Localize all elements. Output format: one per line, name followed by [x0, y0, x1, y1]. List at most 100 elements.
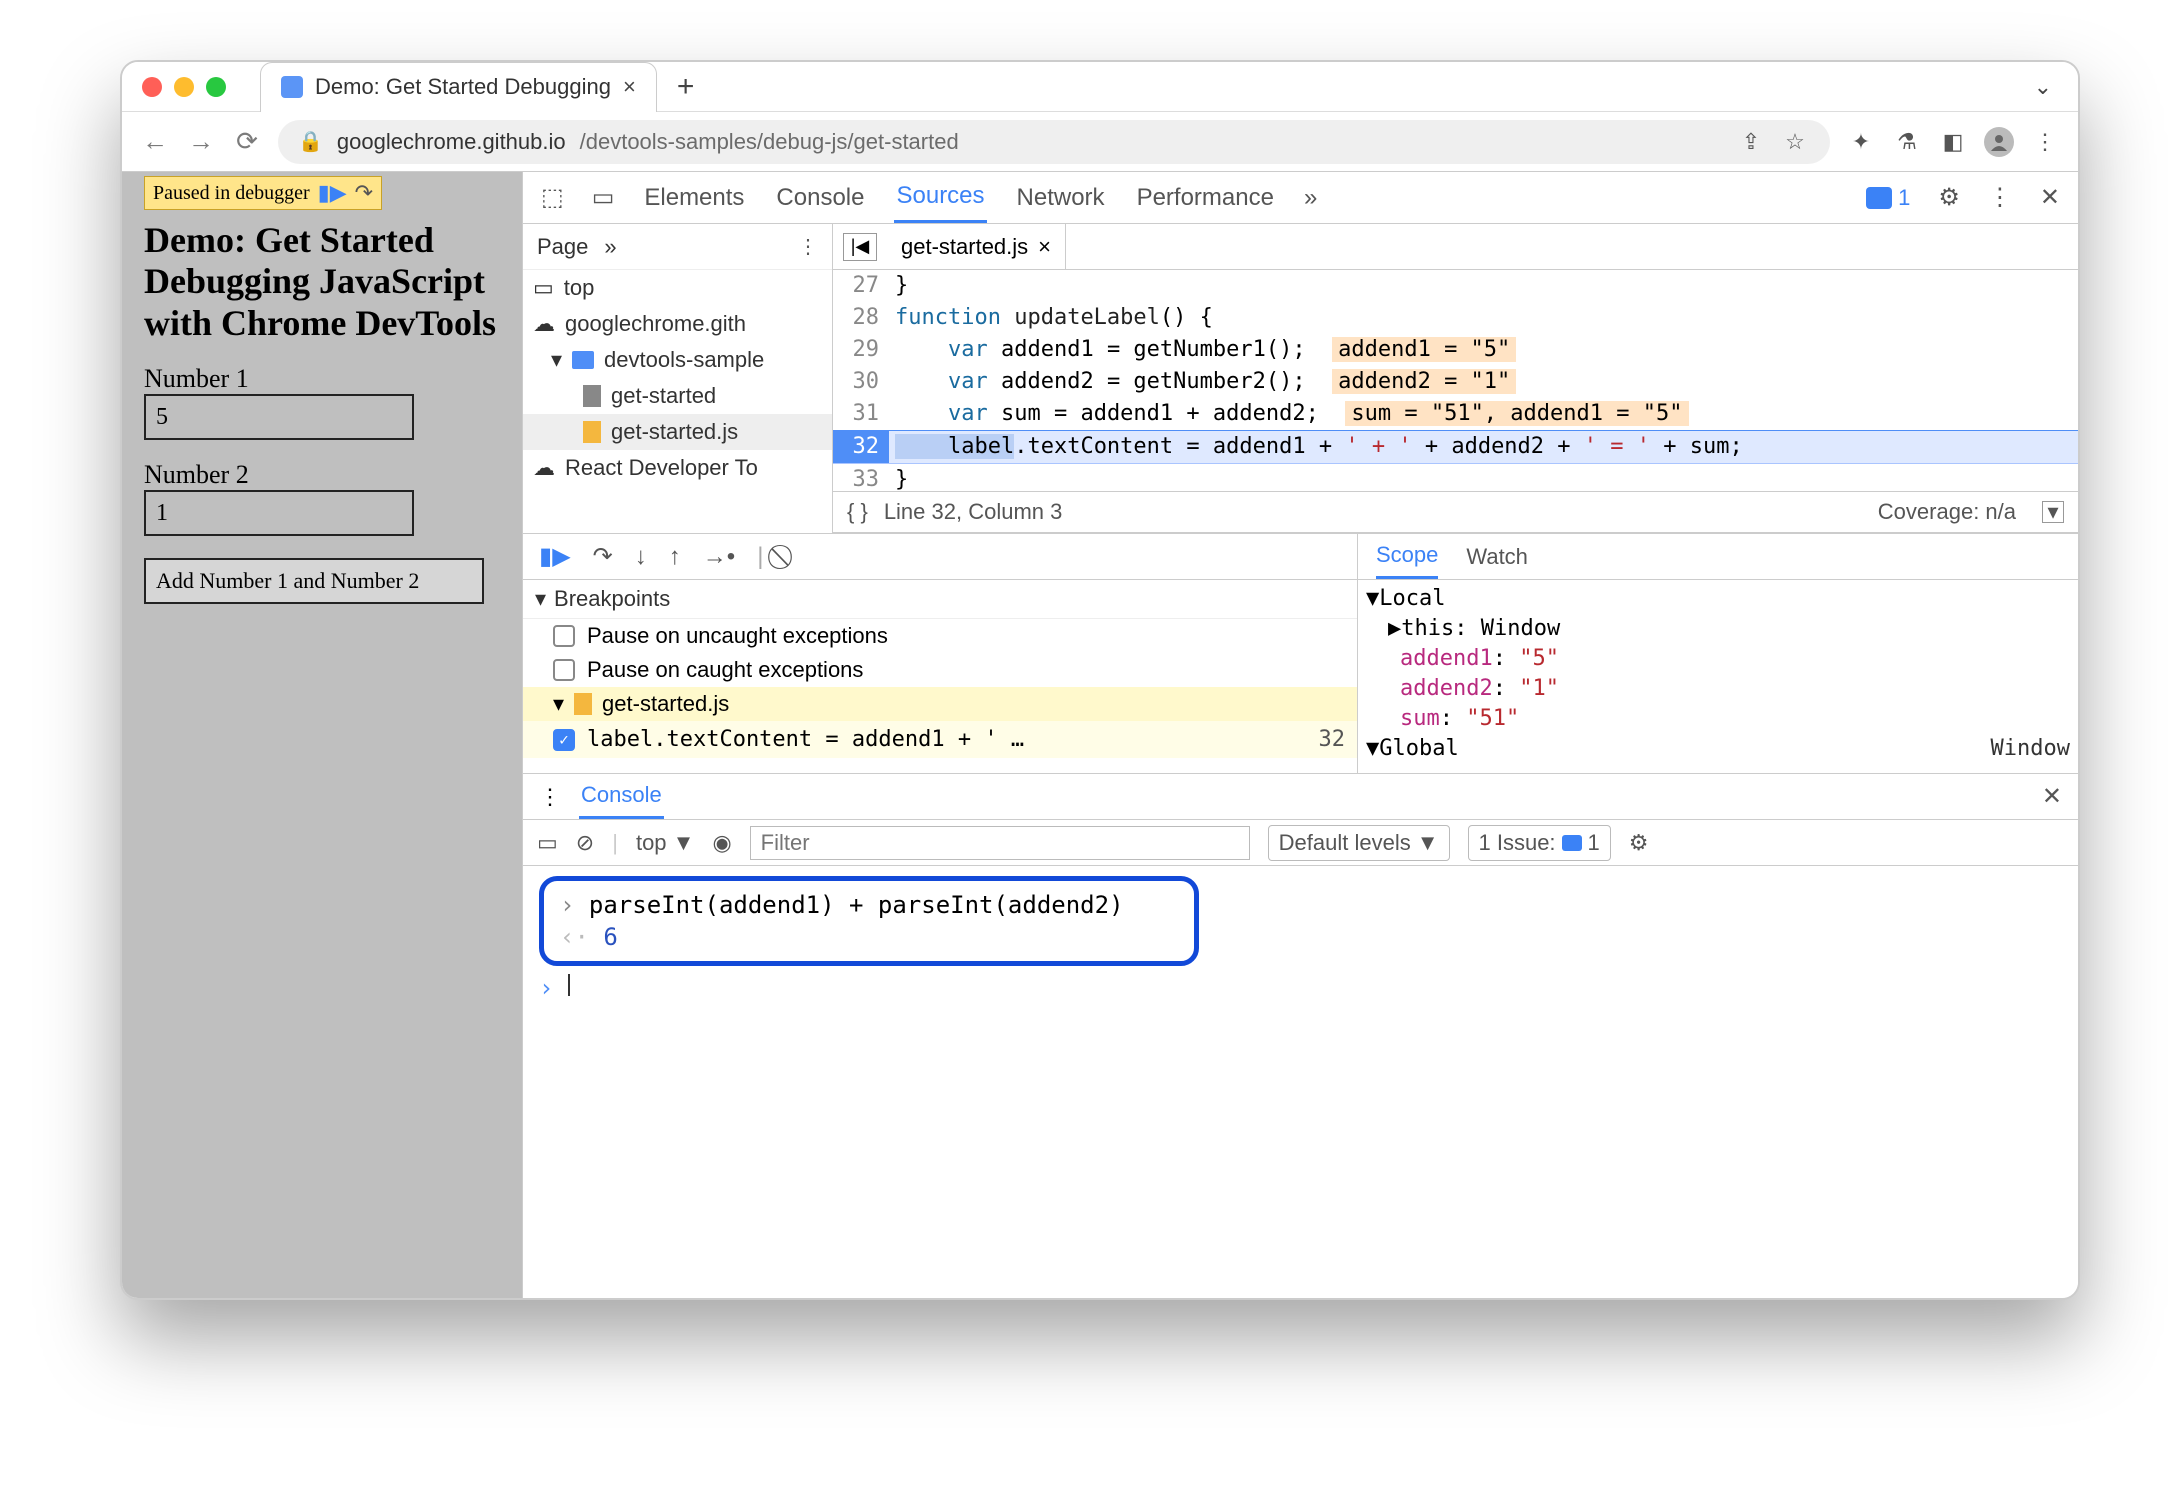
tab-list-chevron-icon[interactable]: ⌄ [2034, 74, 2052, 100]
tree-top[interactable]: ▭top [523, 270, 832, 306]
issues-button[interactable]: 1 Issue: 1 [1468, 825, 1611, 861]
cursor-position: Line 32, Column 3 [884, 499, 1063, 525]
navigator-more-icon[interactable]: » [604, 234, 616, 260]
console-filter-input[interactable] [750, 826, 1250, 860]
step-into-button[interactable]: ↓ [635, 543, 647, 571]
step-out-button[interactable]: ↑ [669, 543, 681, 571]
editor-tab-close-icon[interactable]: × [1038, 234, 1051, 260]
context-selector[interactable]: top ▼ [636, 830, 694, 856]
tree-folder[interactable]: ▾devtools-sample [523, 342, 832, 378]
issues-indicator[interactable]: 1 [1866, 185, 1910, 211]
navigate-back-icon[interactable]: |◀ [843, 233, 877, 261]
tab-network[interactable]: Network [1015, 174, 1107, 222]
breakpoint-entry[interactable]: ✓label.textContent = addend1 + ' …32 [523, 721, 1357, 758]
sidepanel-icon[interactable]: ◧ [1938, 129, 1968, 155]
devtools-close-icon[interactable]: ✕ [2040, 183, 2060, 212]
console-body[interactable]: › parseInt(addend1) + parseInt(addend2) … [523, 866, 2078, 1024]
log-levels-selector[interactable]: Default levels ▼ [1268, 825, 1450, 861]
titlebar: Demo: Get Started Debugging × + ⌄ [122, 62, 2078, 112]
console-settings-icon[interactable]: ⚙ [1629, 830, 1649, 856]
drawer-close-icon[interactable]: ✕ [2042, 782, 2062, 811]
add-button[interactable]: Add Number 1 and Number 2 [144, 558, 484, 604]
resume-icon[interactable]: ▮▶ [318, 180, 347, 206]
drawer-console-tab[interactable]: Console [579, 774, 664, 819]
console-toolbar: ▭ ⊘ | top ▼ ◉ Default levels ▼ 1 Issue: … [523, 820, 2078, 866]
label-number1: Number 1 [144, 364, 500, 394]
bookmark-icon[interactable]: ☆ [1780, 129, 1810, 155]
device-toggle-icon[interactable]: ▭ [592, 183, 615, 212]
tab-close-icon[interactable]: × [623, 74, 636, 100]
browser-window: Demo: Get Started Debugging × + ⌄ ← → ⟳ … [120, 60, 2080, 1300]
maximize-window-icon[interactable] [206, 77, 226, 97]
tab-sources[interactable]: Sources [894, 172, 986, 223]
label-number2: Number 2 [144, 460, 500, 490]
tree-file-js[interactable]: get-started.js [523, 414, 832, 450]
inspect-icon[interactable]: ⬚ [541, 183, 564, 212]
watch-tab[interactable]: Watch [1466, 544, 1528, 570]
close-window-icon[interactable] [142, 77, 162, 97]
drawer-menu-icon[interactable]: ⋮ [539, 784, 561, 810]
kebab-menu-icon[interactable]: ⋮ [2030, 129, 2060, 155]
tab-title: Demo: Get Started Debugging [315, 74, 611, 100]
window-controls [122, 77, 246, 97]
tab-performance[interactable]: Performance [1135, 174, 1276, 222]
code-editor: |◀ get-started.js × 27}28function update… [833, 224, 2078, 533]
browser-tab[interactable]: Demo: Get Started Debugging × [260, 62, 657, 112]
step-over-button[interactable]: ↷ [593, 542, 613, 571]
tab-elements[interactable]: Elements [642, 174, 746, 222]
status-menu-icon[interactable]: ▾ [2042, 501, 2064, 523]
breakpoint-file[interactable]: ▾get-started.js [523, 687, 1357, 721]
pause-caught-row[interactable]: Pause on caught exceptions [523, 653, 1357, 687]
lock-icon: 🔒 [298, 129, 323, 154]
step-over-icon[interactable]: ↷ [355, 180, 373, 206]
extensions-icon[interactable]: ✦ [1846, 129, 1876, 155]
labs-icon[interactable]: ⚗ [1892, 129, 1922, 155]
debugger-left: ▮▶ ↷ ↓ ↑ →• | ⃠ ▾Breakpoints Pause on un… [523, 534, 1358, 773]
toolbar: ← → ⟳ 🔒 googlechrome.github.io/devtools-… [122, 112, 2078, 172]
input-number1[interactable] [144, 394, 414, 440]
devtools-tabbar: ⬚ ▭ Elements Console Sources Network Per… [523, 172, 2078, 224]
forward-button[interactable]: → [186, 126, 216, 157]
debugger-right: Scope Watch ▼Local ▶this: Window addend1… [1358, 534, 2078, 773]
scope-body: ▼Local ▶this: Window addend1: "5" addend… [1358, 580, 2078, 773]
tree-react-ext[interactable]: ☁React Developer To [523, 450, 832, 486]
pretty-print-icon[interactable]: { } [847, 499, 868, 525]
console-input-expr: parseInt(addend1) + parseInt(addend2) [589, 891, 1124, 919]
paused-label: Paused in debugger [153, 182, 310, 205]
more-tabs-icon[interactable]: » [1304, 184, 1317, 212]
page-viewport: Paused in debugger ▮▶ ↷ Demo: Get Starte… [122, 172, 522, 1298]
console-prompt[interactable]: › [539, 972, 2062, 1004]
minimize-window-icon[interactable] [174, 77, 194, 97]
navigator-menu-icon[interactable]: ⋮ [798, 234, 818, 259]
tab-console[interactable]: Console [774, 174, 866, 222]
tree-file-html[interactable]: get-started [523, 378, 832, 414]
editor-file-tab[interactable]: get-started.js × [887, 224, 1066, 269]
coverage-status: Coverage: n/a [1878, 499, 2016, 525]
share-icon[interactable]: ⇪ [1736, 129, 1766, 155]
pause-uncaught-row[interactable]: Pause on uncaught exceptions [523, 619, 1357, 653]
console-sidebar-toggle-icon[interactable]: ▭ [537, 830, 558, 856]
highlighted-console-entry: › parseInt(addend1) + parseInt(addend2) … [539, 876, 1199, 966]
paused-overlay: Paused in debugger ▮▶ ↷ [144, 176, 382, 210]
address-bar[interactable]: 🔒 googlechrome.github.io/devtools-sample… [278, 120, 1830, 164]
profile-avatar[interactable] [1984, 127, 2014, 157]
input-number2[interactable] [144, 490, 414, 536]
reload-button[interactable]: ⟳ [232, 126, 262, 157]
step-button[interactable]: →• [703, 543, 735, 571]
breakpoints-section[interactable]: ▾Breakpoints [523, 580, 1357, 619]
settings-icon[interactable]: ⚙ [1938, 183, 1960, 212]
scope-tab[interactable]: Scope [1376, 534, 1438, 579]
navigator-page-tab[interactable]: Page [537, 234, 588, 260]
back-button[interactable]: ← [140, 126, 170, 157]
editor-status-bar: { } Line 32, Column 3 Coverage: n/a ▾ [833, 491, 2078, 533]
page-title: Demo: Get Started Debugging JavaScript w… [144, 220, 500, 344]
devtools-menu-icon[interactable]: ⋮ [1988, 183, 2012, 212]
tree-domain[interactable]: ☁googlechrome.gith [523, 306, 832, 342]
new-tab-button[interactable]: + [677, 70, 695, 104]
code-area[interactable]: 27}28function updateLabel() {29 var adde… [833, 270, 2078, 491]
resume-button[interactable]: ▮▶ [539, 542, 571, 571]
clear-console-icon[interactable]: ⊘ [576, 830, 594, 856]
live-expression-icon[interactable]: ◉ [712, 830, 731, 856]
favicon-icon [281, 76, 303, 98]
url-path: /devtools-samples/debug-js/get-started [580, 129, 959, 155]
